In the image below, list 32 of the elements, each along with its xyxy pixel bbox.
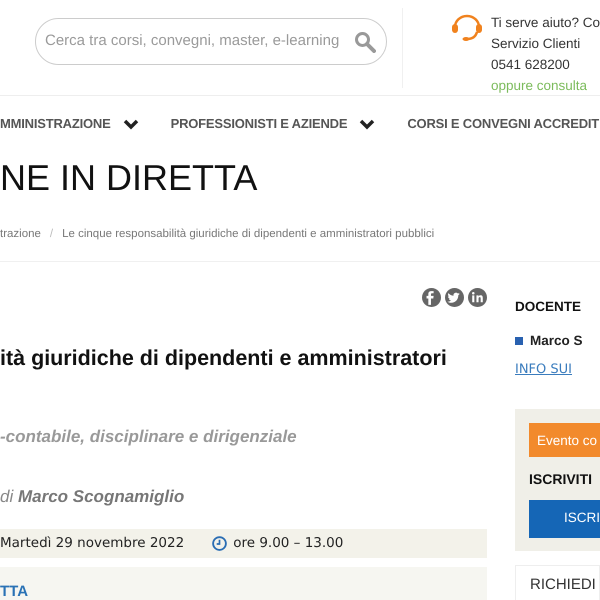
nav-menu-item[interactable]: PROFESSIONISTI E AZIENDE <box>170 114 376 134</box>
search-bar[interactable]: Cerca tra corsi, convegni, master, e-learning <box>35 18 387 65</box>
request-heading: RICHIEDI <box>530 576 596 592</box>
clock-icon <box>212 536 228 551</box>
linkedin-icon[interactable] <box>468 288 487 307</box>
page-title: NE IN DIRETTA <box>0 156 258 200</box>
search-field[interactable]: Cerca tra corsi, convegni, master, e-learning <box>43 29 354 54</box>
facebook-icon[interactable] <box>422 288 441 307</box>
teacher-name: Marco S <box>530 332 583 350</box>
help-text: Ti serve aiuto? Co <box>490 14 600 32</box>
headset-icon <box>450 12 483 42</box>
subscribe-button[interactable]: ISCRI <box>529 500 600 538</box>
help-text: Servizio Clienti <box>490 35 582 53</box>
author-line: di Marco Scognamiglio <box>0 486 186 508</box>
twitter-icon[interactable] <box>445 288 464 307</box>
nav-menu-item[interactable]: MMINISTRAZIONE <box>0 114 139 134</box>
breadcrumb-separator: / <box>50 228 54 240</box>
notice-banner: Evento co <box>529 422 600 456</box>
nav-menu-item[interactable]: CORSI E CONVEGNI ACCREDIT <box>407 114 600 134</box>
event-time: ore 9.00 – 13.00 <box>233 534 344 554</box>
sidebar-heading: ISCRIVITI <box>529 470 594 488</box>
search-icon[interactable] <box>354 30 376 52</box>
event-subtitle: -contabile, disciplinare e dirigenziale <box>0 426 298 448</box>
bullet-icon <box>515 337 523 346</box>
info-link[interactable]: INFO SUI <box>515 360 572 379</box>
section-heading: TTA <box>0 582 28 600</box>
breadcrumb-link[interactable]: trazione <box>0 228 41 240</box>
event-date: Martedì 29 novembre 2022 <box>0 534 184 554</box>
event-title: ità giuridiche di dipendenti e amministratori <box>0 346 448 372</box>
help-text: 0541 628200 <box>490 56 571 74</box>
sidebar-heading: DOCENTE <box>515 298 582 316</box>
breadcrumb-current: Le cinque responsabilità giuridiche di dipendenti e amministratori pubblici <box>62 228 434 240</box>
